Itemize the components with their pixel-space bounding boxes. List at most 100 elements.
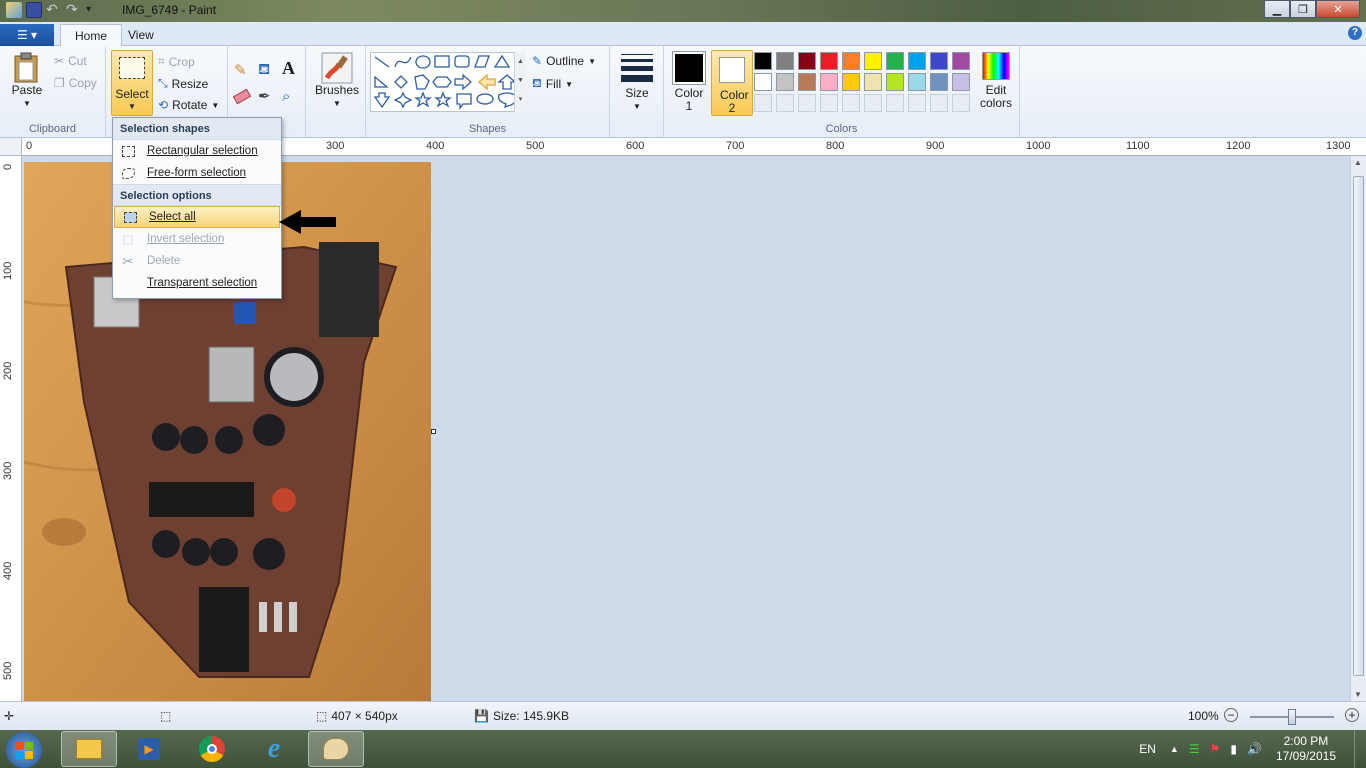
volume-icon[interactable]: 🔊	[1247, 742, 1262, 756]
delete-item[interactable]: ✂ Delete	[113, 250, 281, 272]
palette-swatch[interactable]	[930, 94, 948, 112]
tab-view[interactable]: View	[114, 24, 168, 46]
eraser-tool[interactable]	[232, 86, 254, 106]
device-icon[interactable]: ▮	[1230, 742, 1237, 756]
minimize-button[interactable]: ▁	[1264, 0, 1290, 18]
palette-swatch[interactable]	[776, 73, 794, 91]
palette-swatch[interactable]	[754, 73, 772, 91]
resize-button[interactable]: ⤡ Resize	[158, 76, 208, 91]
scroll-down-icon[interactable]: ▼	[1351, 690, 1365, 699]
taskbar-internet-explorer[interactable]: e	[246, 731, 302, 767]
palette-swatch[interactable]	[754, 94, 772, 112]
tray-expand-icon[interactable]: ▲	[1170, 744, 1179, 754]
palette-swatch[interactable]	[908, 73, 926, 91]
zoom-out-button[interactable]: −	[1224, 708, 1238, 722]
language-indicator[interactable]: EN	[1139, 742, 1156, 756]
start-button[interactable]	[6, 732, 42, 768]
ruler-top-tick: 1200	[1226, 140, 1251, 152]
magnifier-tool[interactable]: ⌕	[282, 86, 302, 106]
palette-swatch[interactable]	[820, 52, 838, 70]
palette-swatch[interactable]	[952, 94, 970, 112]
shapes-gallery-icons[interactable]	[371, 53, 525, 111]
palette-swatch[interactable]	[952, 52, 970, 70]
outline-button[interactable]: ✎ Outline ▼	[532, 54, 596, 68]
paint-app-icon[interactable]	[6, 2, 22, 18]
edit-colors-button[interactable]: Edit colors	[976, 52, 1016, 110]
paint-menu-button[interactable]: ☰ ▾	[0, 24, 54, 46]
rectangular-selection-item[interactable]: Rectangular selection	[113, 140, 281, 162]
palette-swatch[interactable]	[776, 52, 794, 70]
color-picker-tool[interactable]: ✒	[258, 86, 278, 106]
customize-qat-icon[interactable]: ▾	[86, 2, 102, 18]
freeform-selection-item[interactable]: Free-form selection	[113, 162, 281, 184]
help-icon[interactable]: ?	[1348, 26, 1362, 40]
clock[interactable]: 2:00 PM 17/09/2015	[1276, 734, 1336, 764]
undo-icon[interactable]: ↶	[46, 2, 62, 18]
tab-home[interactable]: Home	[60, 24, 123, 46]
paste-button[interactable]: Paste ▼	[8, 52, 46, 110]
palette-swatch[interactable]	[842, 94, 860, 112]
shapes-scroll[interactable]: ▲ ▼ ▾	[514, 52, 526, 112]
palette-swatch[interactable]	[930, 73, 948, 91]
close-button[interactable]: ✕	[1316, 0, 1360, 18]
palette-swatch[interactable]	[798, 94, 816, 112]
invert-selection-item[interactable]: ⬚ Invert selection	[113, 228, 281, 250]
transparent-selection-item[interactable]: Transparent selection	[113, 272, 281, 294]
palette-swatch[interactable]	[886, 52, 904, 70]
color1-button[interactable]: Color 1	[670, 51, 708, 113]
palette-swatch[interactable]	[798, 52, 816, 70]
palette-swatch[interactable]	[886, 94, 904, 112]
pencil-tool[interactable]: ✎	[234, 60, 254, 80]
color2-button[interactable]: Color 2	[711, 50, 753, 116]
vertical-scrollbar[interactable]: ▲ ▼	[1350, 156, 1366, 701]
palette-swatch[interactable]	[886, 73, 904, 91]
taskbar-explorer[interactable]	[61, 731, 117, 767]
zoom-slider-thumb[interactable]	[1288, 709, 1296, 725]
palette-swatch[interactable]	[776, 94, 794, 112]
redo-icon[interactable]: ↷	[66, 2, 82, 18]
palette-swatch[interactable]	[864, 94, 882, 112]
select-button[interactable]: Select ▼	[111, 50, 153, 116]
palette-swatch[interactable]	[930, 52, 948, 70]
palette-swatch[interactable]	[864, 52, 882, 70]
palette-swatch[interactable]	[842, 52, 860, 70]
select-all-item[interactable]: Select all	[114, 206, 280, 228]
crop-label: Crop	[168, 54, 195, 69]
maximize-button[interactable]: ❐	[1290, 0, 1316, 18]
zoom-slider[interactable]	[1250, 709, 1334, 725]
palette-swatch[interactable]	[842, 73, 860, 91]
palette-swatch[interactable]	[908, 52, 926, 70]
palette-swatch[interactable]	[952, 73, 970, 91]
cut-button[interactable]: ✂ Cut	[54, 54, 87, 68]
action-center-icon[interactable]: ⚑	[1210, 742, 1221, 756]
palette-swatch[interactable]	[864, 73, 882, 91]
palette-swatch[interactable]	[798, 73, 816, 91]
taskbar-chrome[interactable]	[184, 731, 240, 767]
save-icon[interactable]	[26, 2, 42, 18]
rotate-button[interactable]: ⟲ Rotate ▼	[158, 98, 219, 112]
taskbar-paint[interactable]	[308, 731, 364, 767]
show-desktop-button[interactable]	[1354, 730, 1366, 768]
outline-dropdown-icon: ▼	[588, 56, 597, 66]
scroll-up-icon[interactable]: ▲	[1351, 158, 1365, 167]
scrollbar-thumb[interactable]	[1353, 176, 1364, 676]
text-icon: A	[282, 57, 295, 78]
ruler-top-tick: 0	[26, 140, 33, 152]
palette-swatch[interactable]	[820, 94, 838, 112]
taskbar-media-player[interactable]: ▶	[121, 731, 177, 767]
fill-button[interactable]: ⛾ Fill ▼	[532, 76, 573, 92]
network-app-icon[interactable]: ☰	[1189, 742, 1200, 756]
color2-label: Color 2	[720, 88, 749, 115]
brushes-button[interactable]: Brushes ▼	[314, 52, 360, 110]
palette-swatch[interactable]	[908, 94, 926, 112]
freeform-selection-icon	[119, 164, 137, 182]
copy-button[interactable]: ❐ Copy	[54, 76, 97, 90]
text-tool[interactable]: A	[282, 58, 302, 78]
zoom-in-button[interactable]: +	[1345, 708, 1359, 722]
palette-swatch[interactable]	[820, 73, 838, 91]
crop-button[interactable]: ⌗ Crop	[158, 54, 195, 69]
resize-handle-right[interactable]	[431, 429, 436, 434]
fill-tool[interactable]: ⛾	[258, 60, 278, 80]
palette-swatch[interactable]	[754, 52, 772, 70]
size-button[interactable]: Size ▼	[618, 52, 656, 113]
